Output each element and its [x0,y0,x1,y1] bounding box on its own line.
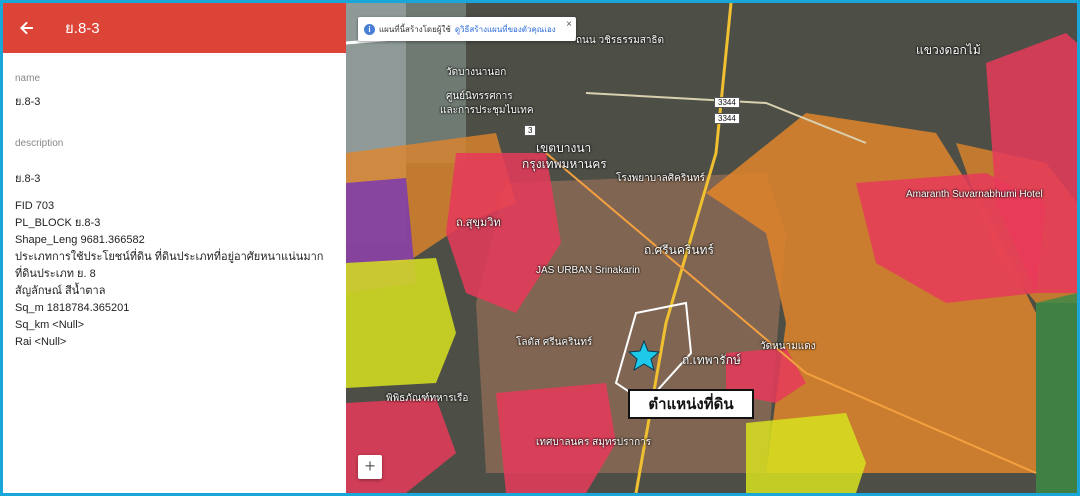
description-line: สัญลักษณ์ สีน้ำตาล [15,285,106,297]
close-icon[interactable]: × [566,19,572,30]
info-icon: i [364,23,375,35]
description-line: Sq_m 1818784.365201 [15,302,130,314]
notice-link[interactable]: ดูวิธีสร้างแผนที่ของตัวคุณเอง [455,23,556,36]
description-value: ย.8-3 FID 703 PL_BLOCK ย.8-3 Shape_Leng … [15,157,335,351]
map-label: กรุงเทพมหานคร [522,157,607,171]
road-number-badge: 3344 [714,97,740,108]
description-line: ย.8-3 [15,173,41,185]
panel-body: name ย.8-3 description ย.8-3 FID 703 PL_… [15,73,335,351]
map-label: โรงพยาบาลศิครินทร์ [616,173,705,184]
panel-header: ย.8-3 [3,3,346,53]
description-line: PL_BLOCK ย.8-3 [15,217,101,229]
map-label: แขวงดอกไม้ [916,43,981,57]
app-frame: ย.8-3 name ย.8-3 description ย.8-3 FID 7… [3,3,1077,493]
description-line: ที่ดินประเภท ย. 8 [15,268,96,280]
map-label: Amaranth Suvarnabhumi Hotel [906,189,1043,200]
map-label: เทศบาลนคร สมุทรปราการ [536,437,652,448]
zone-yellow-1[interactable] [346,258,456,388]
panel-title: ย.8-3 [65,20,100,37]
road-number-badge: 3 [524,125,537,136]
map-label: ถนน วชิรธรรมสาธิต [576,35,665,46]
road-number-badge: 3344 [714,113,740,124]
map-label: ศูนย์นิทรรศการ [446,91,513,102]
description-line: Shape_Leng 9681.366582 [15,234,145,246]
zoom-in-button[interactable]: + [358,455,382,479]
map-label: วัดหนามแดง [760,341,816,352]
back-button[interactable] [15,16,39,40]
user-created-map-notice: i แผนที่นี้สร้างโดยผู้ใช้ ดูวิธีสร้างแผน… [358,17,576,41]
map-label: โลตัส ศรีนครินทร์ [516,337,593,348]
map-canvas[interactable]: i แผนที่นี้สร้างโดยผู้ใช้ ดูวิธีสร้างแผน… [346,3,1077,493]
zone-yellow-2[interactable] [746,413,866,493]
arrow-back-icon [20,21,33,35]
description-line: Rai <Null> [15,336,67,348]
name-value: ย.8-3 [15,96,41,108]
map-label: วัดบางนานอก [446,67,507,78]
map-label: ถ.ศรีนครินทร์ [644,243,714,257]
description-label: description [15,138,64,149]
description-line: FID 703 [15,200,55,212]
map-label: และการประชุมไบเทค [440,105,534,116]
description-line: ประเภทการใช้ประโยชน์ที่ดิน ที่ดินประเภทท… [15,251,324,263]
map-label: ถ.เทพารักษ์ [682,353,741,367]
land-location-callout: ตำแหน่งที่ดิน [628,389,754,419]
description-line: Sq_km <Null> [15,319,85,331]
map-label: พิพิธภัณฑ์ทหารเรือ [386,393,469,404]
feature-details-panel: ย.8-3 name ย.8-3 description ย.8-3 FID 7… [3,3,346,493]
zone-green[interactable] [1036,293,1077,493]
map-label: ถ.สุขุมวิท [456,217,501,229]
map-label: JAS URBAN Srinakarin [536,265,640,276]
notice-text: แผนที่นี้สร้างโดยผู้ใช้ [379,24,451,34]
name-label: name [15,73,41,84]
